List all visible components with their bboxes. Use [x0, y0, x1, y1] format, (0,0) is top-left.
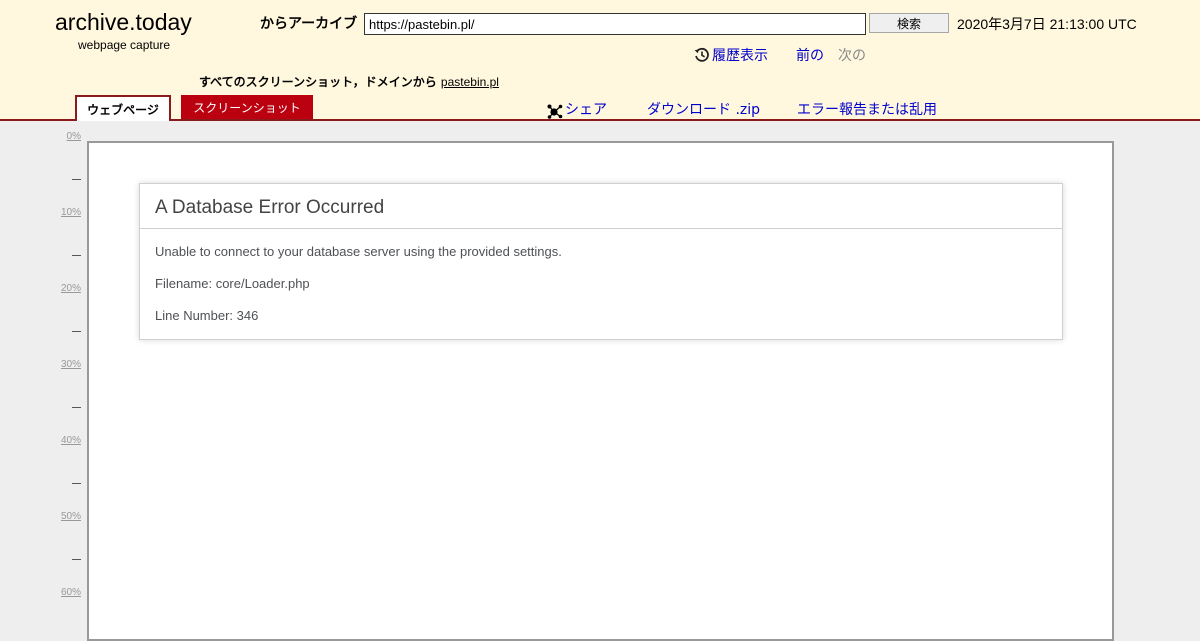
ruler-label[interactable]: 50%: [0, 511, 81, 522]
previous-capture-link[interactable]: 前の: [796, 45, 824, 65]
report-abuse-link[interactable]: エラー報告または乱用: [797, 99, 937, 119]
tab-webpage[interactable]: ウェブページ: [75, 95, 171, 121]
error-heading: A Database Error Occurred: [140, 184, 1062, 229]
ruler-label[interactable]: 20%: [0, 283, 81, 294]
ruler-tick: [72, 559, 81, 560]
ruler-tick: [72, 179, 81, 180]
share-label: シェア: [565, 102, 607, 118]
share-nodes-icon: [547, 103, 563, 119]
url-input[interactable]: [364, 13, 866, 35]
site-logo-subtitle: webpage capture: [78, 38, 171, 52]
ruler-tick: [72, 407, 81, 408]
site-logo-title[interactable]: archive.today: [55, 9, 192, 36]
share-link[interactable]: シェア: [547, 99, 607, 119]
error-line-number: Line Number: 346: [155, 308, 259, 323]
download-zip-link[interactable]: ダウンロード .zip: [647, 99, 760, 119]
ruler-tick: [72, 255, 81, 256]
archive-header: archive.today webpage capture からアーカイブ 検索…: [0, 0, 1200, 121]
ruler-label[interactable]: 0%: [0, 131, 81, 142]
history-link[interactable]: 履歴表示: [694, 45, 768, 65]
archive-from-label: からアーカイブ: [260, 16, 358, 32]
domain-link[interactable]: pastebin.pl: [441, 75, 499, 89]
tab-screenshot[interactable]: スクリーンショット: [181, 95, 313, 119]
ruler-label[interactable]: 30%: [0, 359, 81, 370]
ruler-tick: [72, 331, 81, 332]
search-button[interactable]: 検索: [869, 13, 949, 33]
history-clock-icon: [694, 47, 710, 63]
capture-date: 2020年3月7日 21:13:00 UTC: [957, 16, 1137, 32]
ruler-label[interactable]: 40%: [0, 435, 81, 446]
scroll-ruler: 0% 10% 20% 30% 40% 50% 60%: [0, 121, 86, 630]
all-screenshots-text: すべてのスクリーンショット，ドメインから: [199, 75, 437, 89]
archived-page-frame: A Database Error Occurred Unable to conn…: [87, 141, 1114, 641]
error-filename: Filename: core/Loader.php: [155, 276, 310, 291]
history-label: 履歴表示: [712, 48, 768, 64]
error-message: Unable to connect to your database serve…: [155, 244, 562, 259]
all-screenshots-row: すべてのスクリーンショット，ドメインから pastebin.pl: [199, 73, 499, 90]
ruler-label[interactable]: 60%: [0, 587, 81, 598]
ruler-label[interactable]: 10%: [0, 207, 81, 218]
error-panel: A Database Error Occurred Unable to conn…: [139, 183, 1063, 340]
ruler-tick: [72, 483, 81, 484]
next-capture-link: 次の: [838, 48, 866, 64]
